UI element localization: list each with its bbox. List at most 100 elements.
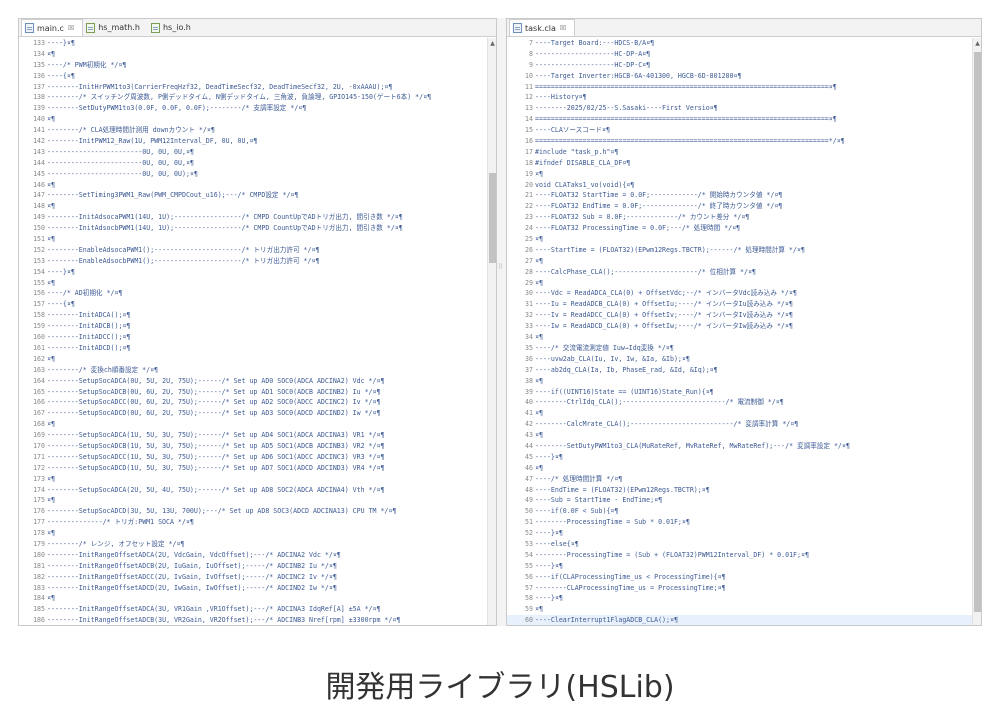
code-line[interactable]: 48 ----EndTime = (FLOAT32)(EPwm12Regs.TBC… (507, 485, 981, 496)
code-line[interactable]: 56 ----if(CLAProcessingTime_us < Processi… (507, 572, 981, 583)
code-line[interactable]: 24 ----FLOAT32 ProcessingTime = 0.0F;---/… (507, 223, 981, 234)
code-line[interactable]: 17 #include "task_p.h"¤¶ (507, 147, 981, 158)
code-line[interactable]: 181 --------InitRangeOffsetADCB(2U, IuGai… (19, 561, 496, 572)
code-text[interactable]: ----Iv = ReadADCC_CLA(0) + OffsetIv;----… (533, 310, 793, 321)
code-line[interactable]: 168 ¤¶ (19, 419, 496, 430)
code-text[interactable]: ¤¶ (533, 408, 543, 419)
code-line[interactable]: 11 ======================================… (507, 82, 981, 93)
code-line[interactable]: 50 ----if(0.0F < Sub){¤¶ (507, 506, 981, 517)
code-text[interactable]: ----{¤¶ (45, 71, 75, 82)
code-text[interactable]: ¤¶ (45, 354, 55, 365)
code-text[interactable]: ----Vdc = ReadADCA_CLA(0) + OffsetVdc;--… (533, 288, 797, 299)
code-text[interactable]: ------------------------0U, 0U, 0U,¤¶ (45, 158, 194, 169)
code-line[interactable]: 49 ----Sub = StartTime - EndTime;¤¶ (507, 495, 981, 506)
code-text[interactable]: --------------/* トリガ:PWM1 SOCA */¤¶ (45, 517, 194, 528)
code-text[interactable]: ¤¶ (45, 234, 55, 245)
code-line[interactable]: 143 ------------------------0U, 0U, 0U,¤¶ (19, 147, 496, 158)
code-line[interactable]: 54 --------ProcessingTime = (Sub + (FLOAT… (507, 550, 981, 561)
code-text[interactable]: ¤¶ (533, 278, 543, 289)
code-text[interactable]: --------InitRangeOffsetADCC(2U, IvGain, … (45, 572, 337, 583)
code-line[interactable]: 18 #ifndef DISABLE_CLA_DF¤¶ (507, 158, 981, 169)
code-line[interactable]: 184 ¤¶ (19, 593, 496, 604)
close-tab-icon[interactable]: ☒ (68, 24, 74, 32)
code-line[interactable]: 9 --------------------HC-DP-C¤¶ (507, 60, 981, 71)
code-line[interactable]: 133 ----}¤¶ (19, 38, 496, 49)
code-line[interactable]: 176 --------SetupSocADCD(3U, 5U, 13U, 700… (19, 506, 496, 517)
code-line[interactable]: 42 --------CalcMrate_CLA();--------------… (507, 419, 981, 430)
code-text[interactable]: ----Target Board:---HDCS-B/A¤¶ (533, 38, 654, 49)
code-text[interactable]: ¤¶ (45, 495, 55, 506)
tab-hs-io-h[interactable]: hs_io.h (148, 19, 199, 36)
code-text[interactable]: --------InitRangeOffsetADCB(2U, IuGain, … (45, 561, 337, 572)
code-line[interactable]: 47 ----/* 処理時間計算 */¤¶ (507, 474, 981, 485)
code-line[interactable]: 166 --------SetupSocADCC(0U, 6U, 2U, 75U)… (19, 397, 496, 408)
code-line[interactable]: 135 ----/* PWM初期化 */¤¶ (19, 60, 496, 71)
code-text[interactable]: --------/* CLA処理時間計測用 downカウント */¤¶ (45, 125, 215, 136)
code-text[interactable]: --------SetupSocADCD(0U, 6U, 2U, 75U);--… (45, 408, 380, 419)
code-text[interactable]: ¤¶ (45, 278, 55, 289)
code-text[interactable]: ------------------------0U, 0U, 0U);¤¶ (45, 169, 198, 180)
code-line[interactable]: 7 ----Target Board:---HDCS-B/A¤¶ (507, 38, 981, 49)
code-line[interactable]: 171 --------SetupSocADCC(1U, 5U, 3U, 75U)… (19, 452, 496, 463)
code-text[interactable]: --------InitPWM12_Raw(1U, PWM12Interval_… (45, 136, 257, 147)
code-text[interactable]: --------SetupSocADCC(1U, 5U, 3U, 75U);--… (45, 452, 384, 463)
code-text[interactable]: ----FLOAT32 Sub = 0.0F;-------------/* カ… (533, 212, 749, 223)
code-line[interactable]: 40 --------CtrlIdq_CLA();----------------… (507, 397, 981, 408)
tab-task-cla[interactable]: task.cla ☒ (509, 19, 576, 36)
code-text[interactable]: ----StartTime = (FLOAT32)(EPwm12Regs.TBC… (533, 245, 805, 256)
code-text[interactable]: --------InitRangeOffsetADCA(2U, VdcGain,… (45, 550, 341, 561)
code-text[interactable]: ----else{¤¶ (533, 539, 579, 550)
code-line[interactable]: 26 ----StartTime = (FLOAT32)(EPwm12Regs.T… (507, 245, 981, 256)
code-text[interactable]: ¤¶ (45, 419, 55, 430)
code-text[interactable]: ----FLOAT32 EndTime = 0.0F;-------------… (533, 201, 782, 212)
code-line[interactable]: 148 ¤¶ (19, 201, 496, 212)
code-text[interactable]: --------InitADCB();¤¶ (45, 321, 130, 332)
right-scroll-thumb[interactable] (974, 52, 981, 612)
code-text[interactable]: ¤¶ (533, 463, 543, 474)
code-text[interactable]: ----Sub = StartTime - EndTime;¤¶ (533, 495, 662, 506)
code-line[interactable]: 136 ----{¤¶ (19, 71, 496, 82)
code-text[interactable]: ----}¤¶ (533, 561, 563, 572)
code-text[interactable]: ----CalcPhase_CLA();--------------------… (533, 267, 756, 278)
code-text[interactable]: --------SetupSocADCC(0U, 6U, 2U, 75U);--… (45, 397, 380, 408)
code-text[interactable]: ¤¶ (533, 234, 543, 245)
code-line[interactable]: 177 --------------/* トリガ:PWM1 SOCA */¤¶ (19, 517, 496, 528)
tab-hs-math-h[interactable]: hs_math.h (83, 19, 148, 36)
code-line[interactable]: 34 ¤¶ (507, 332, 981, 343)
code-text[interactable]: --------CalcMrate_CLA();----------------… (533, 419, 798, 430)
code-line[interactable]: 154 ----}¤¶ (19, 267, 496, 278)
code-line[interactable]: 185 --------InitRangeOffsetADCA(3U, VR1Ga… (19, 604, 496, 615)
code-line[interactable]: 15 ----CLAソースコード¤¶ (507, 125, 981, 136)
code-line[interactable]: 19 ¤¶ (507, 169, 981, 180)
code-text[interactable]: ----CLAソースコード¤¶ (533, 125, 610, 136)
code-line[interactable]: 169 --------SetupSocADCA(1U, 5U, 3U, 75U)… (19, 430, 496, 441)
code-text[interactable]: ========================================… (533, 136, 845, 147)
code-line[interactable]: 180 --------InitRangeOffsetADCA(2U, VdcGa… (19, 550, 496, 561)
code-line[interactable]: 30 ----Vdc = ReadADCA_CLA(0) + OffsetVdc;… (507, 288, 981, 299)
code-line[interactable]: 159 --------InitADCB();¤¶ (19, 321, 496, 332)
code-line[interactable]: 152 --------EnableAdsocaPWM1();----------… (19, 245, 496, 256)
code-line[interactable]: 25 ¤¶ (507, 234, 981, 245)
code-text[interactable]: ----if(0.0F < Sub){¤¶ (533, 506, 618, 517)
tab-main-c[interactable]: main.c ☒ (21, 19, 84, 36)
code-line[interactable]: 60 ----ClearInterrupt1FlagADCB_CLA();¤¶ (507, 615, 981, 625)
code-line[interactable]: 151 ¤¶ (19, 234, 496, 245)
code-line[interactable]: 138 --------/* スイッチング周波数, P側デッドタイム, N側デッド… (19, 92, 496, 103)
code-text[interactable]: --------InitAdsocbPWM1(14U, 1U);--------… (45, 223, 403, 234)
code-line[interactable]: 156 ----/* AD初期化 */¤¶ (19, 288, 496, 299)
code-text[interactable]: --------ProcessingTime = (Sub + (FLOAT32… (533, 550, 809, 561)
code-line[interactable]: 141 --------/* CLA処理時間計測用 downカウント */¤¶ (19, 125, 496, 136)
code-line[interactable]: 160 --------InitADCC();¤¶ (19, 332, 496, 343)
code-line[interactable]: 43 ¤¶ (507, 430, 981, 441)
code-line[interactable]: 157 ----{¤¶ (19, 299, 496, 310)
code-text[interactable]: --------/* レンジ, オフセット設定 */¤¶ (45, 539, 184, 550)
code-line[interactable]: 38 ¤¶ (507, 376, 981, 387)
code-line[interactable]: 12 ----History¤¶ (507, 92, 981, 103)
left-scrollbar[interactable]: ▲ (487, 38, 496, 625)
left-code-area[interactable]: 133 ----}¤¶ 134 ¤¶ 135 ----/* PWM初期化 */¤¶ 136-… (19, 38, 496, 625)
code-line[interactable]: 158 --------InitADCA();¤¶ (19, 310, 496, 321)
code-line[interactable]: 55 ----}¤¶ (507, 561, 981, 572)
code-text[interactable]: --------SetDutyPWM1to3(0.0F, 0.0F, 0.0F)… (45, 103, 306, 114)
code-text[interactable]: --------------------HC-DP-A¤¶ (533, 49, 650, 60)
code-text[interactable]: ¤¶ (45, 474, 55, 485)
